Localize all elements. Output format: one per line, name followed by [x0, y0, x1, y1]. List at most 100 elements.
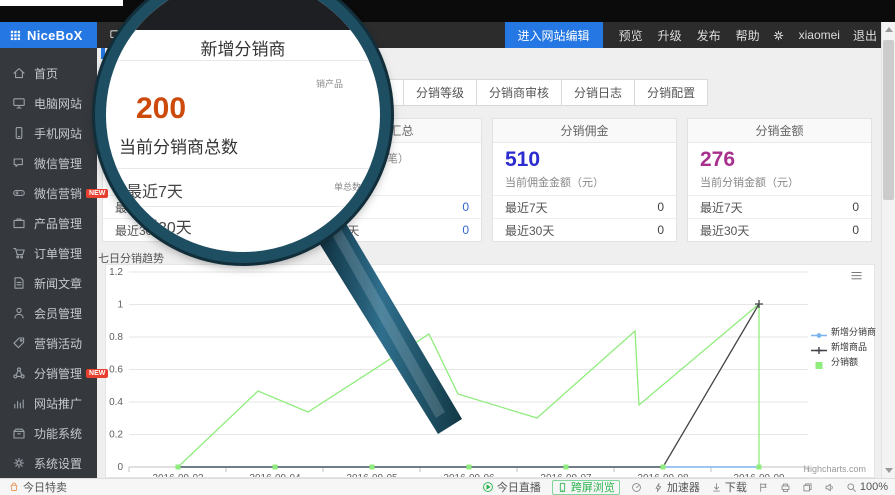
tab-4[interactable]: 分销配置 — [634, 79, 708, 106]
sidebar-item-label: 首页 — [34, 65, 58, 82]
sidebar-item-12[interactable]: 功能系统 — [0, 418, 97, 448]
legend-symbol — [811, 342, 827, 351]
sidebar-item-0[interactable]: 首页 — [0, 58, 97, 88]
card-row-value: 0 — [657, 200, 664, 214]
enter-site-edit-button[interactable]: 进入网站编辑 — [505, 22, 603, 48]
zoom-icon — [846, 482, 857, 493]
sidebar-item-label: 功能系统 — [34, 425, 82, 442]
new-badge: NEW — [86, 189, 108, 198]
magnified-value: 200 — [136, 92, 186, 126]
logout-link[interactable]: 退出 — [853, 27, 877, 44]
legend-symbol — [811, 357, 827, 366]
status-tool-gauge-icon[interactable] — [631, 482, 642, 493]
screen: NiceBoX 进入网站编辑 预览升级发布帮助 xiaomei 退出 首页 电脑… — [0, 0, 895, 495]
username[interactable]: xiaomei — [799, 28, 840, 42]
phone-small-icon — [557, 482, 568, 493]
status-tool-今日直播[interactable]: 今日直播 — [482, 479, 541, 495]
gauge-icon — [631, 482, 642, 493]
card-row-key: 最近7天 — [700, 199, 743, 216]
chart-legend: 新增分销商 新增商品 分销额 — [811, 325, 876, 368]
sidebar-item-5[interactable]: 产品管理 — [0, 208, 97, 238]
status-tool-flag-icon[interactable] — [758, 482, 769, 493]
sidebar-item-label: 微信管理 — [34, 155, 82, 172]
status-tool-下载[interactable]: 下载 — [711, 479, 747, 495]
topbar-menu-item[interactable]: 帮助 — [736, 27, 760, 44]
chart-credits: Highcharts.com — [803, 464, 866, 474]
card-row: 最近7天 0 — [493, 195, 676, 218]
series-marker — [273, 465, 278, 470]
desktop-icon — [12, 96, 26, 110]
sidebar-item-2[interactable]: 手机网站 — [0, 118, 97, 148]
legend-item[interactable]: 新增商品 — [811, 340, 876, 353]
network-icon — [12, 366, 26, 380]
status-tool-label: 加速器 — [667, 479, 700, 495]
series-marker — [370, 465, 375, 470]
app-logo[interactable]: NiceBoX — [0, 22, 97, 48]
status-tool-跨屏浏览[interactable]: 跨屏浏览 — [552, 480, 620, 495]
y-tick-label: 0.6 — [109, 365, 123, 376]
y-tick-label: 0.4 — [109, 397, 123, 408]
sidebar-item-1[interactable]: 电脑网站 — [0, 88, 97, 118]
series-marker — [467, 465, 472, 470]
magnified-card-title: 新增分销商 — [106, 35, 380, 60]
statusbar-sale[interactable]: 今日特卖 — [9, 479, 67, 495]
sidebar-item-13[interactable]: 系统设置 — [0, 448, 97, 478]
sidebar-item-label: 分销管理 — [34, 365, 82, 382]
member-icon — [12, 306, 26, 320]
gear-icon[interactable] — [772, 29, 785, 42]
topbar-menu-item[interactable]: 升级 — [658, 27, 682, 44]
sidebar-item-7[interactable]: 新闻文章 — [0, 268, 97, 298]
tab-1[interactable]: 分销等级 — [403, 79, 477, 106]
magnified-topbar — [106, 0, 380, 30]
status-tool-100%[interactable]: 100% — [846, 481, 888, 493]
tab-3[interactable]: 分销日志 — [561, 79, 635, 106]
sidebar-item-6[interactable]: 订单管理 — [0, 238, 97, 268]
card-row: 最近30天 0 — [493, 218, 676, 241]
card-label: 当前分销金额（元） — [700, 174, 859, 190]
legend-symbol — [811, 327, 827, 336]
status-tool-speaker-icon[interactable] — [824, 482, 835, 493]
card-row-value: 0 — [657, 223, 664, 237]
bolt-icon — [653, 482, 664, 493]
sale-icon — [9, 482, 19, 492]
bars-icon — [12, 396, 26, 410]
x-tick-label: 2016-09-03 — [152, 473, 204, 477]
sidebar-item-8[interactable]: 会员管理 — [0, 298, 97, 328]
topbar-menu-item[interactable]: 预览 — [619, 27, 643, 44]
edge-fragment: 单总数（笔） — [334, 180, 388, 193]
home-icon — [12, 66, 26, 80]
y-tick-label: 0.2 — [109, 430, 123, 441]
status-tool-加速器[interactable]: 加速器 — [653, 479, 700, 495]
hamburger-menu-icon[interactable] — [849, 271, 864, 282]
y-tick-label: 0.8 — [109, 332, 123, 343]
x-tick-label: 2016-09-04 — [249, 473, 301, 477]
sidebar-item-11[interactable]: 网站推广 — [0, 388, 97, 418]
sidebar-item-label: 产品管理 — [34, 215, 82, 232]
window-icon — [802, 482, 813, 493]
flag-icon — [758, 482, 769, 493]
scroll-down-arrow[interactable] — [885, 468, 893, 473]
scroll-up-arrow[interactable] — [885, 27, 893, 32]
legend-item[interactable]: 新增分销商 — [811, 325, 876, 338]
sidebar-item-label: 手机网站 — [34, 125, 82, 142]
edge-fragment: 销产品 — [316, 77, 343, 90]
topbar-menu-item[interactable]: 发布 — [697, 27, 721, 44]
status-tool-printer-icon[interactable] — [780, 482, 791, 493]
sidebar-item-3[interactable]: 微信管理 — [0, 148, 97, 178]
vertical-scrollbar[interactable] — [881, 22, 895, 478]
cart-icon — [12, 246, 26, 260]
tab-2[interactable]: 分销商审核 — [476, 79, 562, 106]
speaker-icon — [824, 482, 835, 493]
sidebar-item-label: 会员管理 — [34, 305, 82, 322]
legend-item[interactable]: 分销额 — [811, 355, 876, 368]
sidebar-item-9[interactable]: 营销活动 — [0, 328, 97, 358]
mobile-icon — [12, 126, 26, 140]
sidebar: 首页 电脑网站 手机网站 微信管理 微信营销NEW 产品管理 订单管理 新闻文章… — [0, 48, 97, 478]
sidebar-item-10[interactable]: 分销管理NEW — [0, 358, 97, 388]
status-tool-window-icon[interactable] — [802, 482, 813, 493]
card-row-key: 最近30天 — [700, 222, 749, 239]
sidebar-item-4[interactable]: 微信营销NEW — [0, 178, 97, 208]
x-tick-label: 2016-09-09 — [733, 473, 785, 477]
x-tick-label: 2016-09-05 — [346, 473, 398, 477]
scrollbar-thumb[interactable] — [883, 40, 894, 200]
